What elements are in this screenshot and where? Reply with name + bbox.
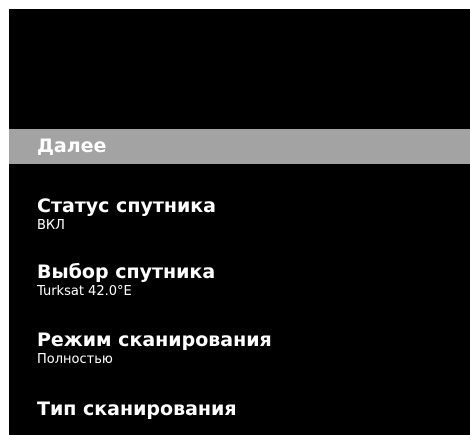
tv-settings-screen: Далее Статус спутника ВКЛ Выбор спутника… [9, 9, 470, 435]
menu-item-satellite-status[interactable]: Статус спутника ВКЛ [37, 195, 216, 234]
menu-item-satellite-selection[interactable]: Выбор спутника Turksat 42.0°E [37, 261, 215, 300]
satellite-selection-value: Turksat 42.0°E [37, 284, 132, 299]
satellite-selection-title: Выбор спутника [37, 261, 216, 283]
satellite-status-title: Статус спутника [37, 195, 216, 217]
satellite-status-value: ВКЛ [37, 218, 65, 233]
next-label: Далее [37, 135, 107, 157]
menu-item-scan-type[interactable]: Тип сканирования [37, 398, 237, 420]
scan-type-title: Тип сканирования [37, 398, 237, 420]
scan-mode-value: Полностью [37, 352, 113, 367]
scan-mode-title: Режим сканирования [37, 329, 272, 351]
menu-item-next-selected[interactable]: Далее [9, 129, 470, 164]
menu-item-scan-mode[interactable]: Режим сканирования Полностью [37, 329, 272, 368]
